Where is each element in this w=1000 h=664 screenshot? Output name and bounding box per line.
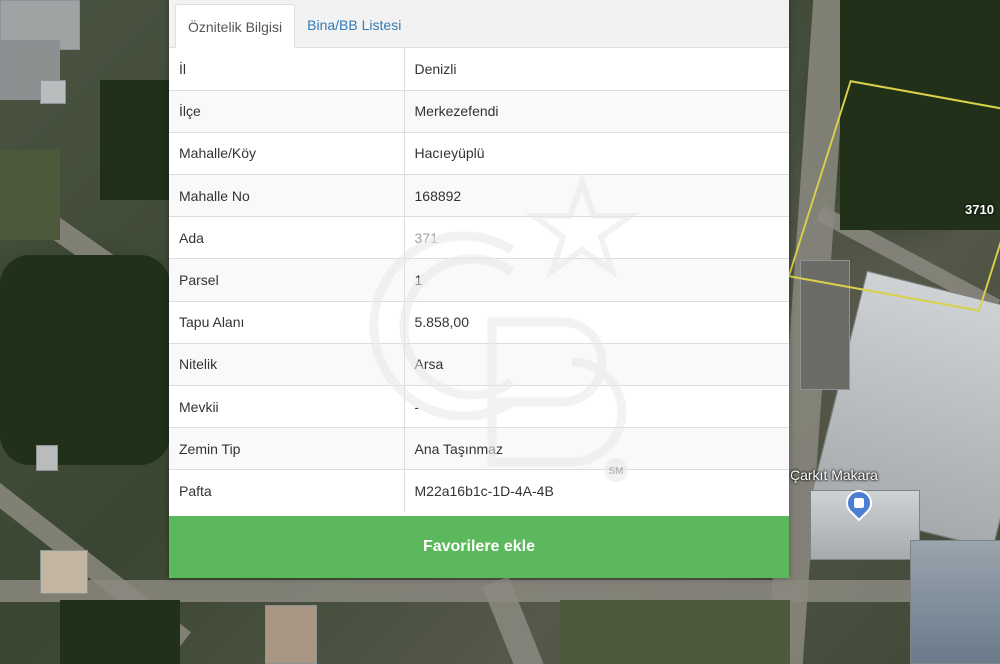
tab-oznitelik-bilgisi[interactable]: Öznitelik Bilgisi xyxy=(175,4,296,48)
tab-bina-bb-listesi[interactable]: Bina/BB Listesi xyxy=(295,3,413,47)
attr-value: Arsa xyxy=(404,342,789,386)
attr-value: Merkezefendi xyxy=(404,89,789,133)
map-building xyxy=(40,80,66,104)
parcel-number-label: 3710 xyxy=(965,202,994,217)
attr-value: 5.858,00 xyxy=(404,300,789,344)
map-field xyxy=(0,255,170,465)
attr-key: Ada xyxy=(169,216,405,259)
map-building xyxy=(36,445,58,471)
map-field xyxy=(0,150,60,240)
attr-value: - xyxy=(404,384,789,428)
attr-key: Mevkii xyxy=(169,384,405,428)
attr-value: Denizli xyxy=(414,60,457,77)
map-field xyxy=(100,80,170,200)
attr-key: Nitelik xyxy=(169,342,405,386)
map-building xyxy=(265,605,317,664)
map-building-roof xyxy=(910,540,1000,664)
map-field xyxy=(560,600,790,664)
table-row: İl Denizli xyxy=(169,48,789,91)
poi-label[interactable]: Çarkıt Makara xyxy=(790,467,878,483)
attr-value: 1 xyxy=(404,258,789,302)
table-row: Parsel 1 xyxy=(169,258,789,302)
attr-key: Tapu Alanı xyxy=(169,300,405,344)
add-to-favorites-button[interactable]: Favorilere ekle xyxy=(169,516,789,578)
attr-key: İlçe xyxy=(169,89,405,133)
table-row: Tapu Alanı 5.858,00 xyxy=(169,300,789,344)
attr-key: Mahalle/Köy xyxy=(169,131,405,175)
attr-value: 371 xyxy=(404,216,789,259)
table-row: Nitelik Arsa xyxy=(169,342,789,386)
attr-value: Hacıeyüplü xyxy=(404,131,789,175)
map-field xyxy=(60,600,180,664)
map-building xyxy=(40,550,88,594)
table-row: Mahalle No 168892 xyxy=(169,174,789,217)
attr-value: M22a16b1c-1D-4A-4B xyxy=(404,469,789,513)
table-row: Mahalle/Köy Hacıeyüplü xyxy=(169,131,789,175)
attr-key: Zemin Tip xyxy=(169,427,405,470)
attr-value: Ana Taşınmaz xyxy=(404,427,789,470)
attribute-table: İl Denizli İlçe Merkezefendi Mahalle/Köy Ha… xyxy=(169,48,789,513)
attr-key: Pafta xyxy=(169,469,405,513)
attr-key: Parsel xyxy=(169,258,405,302)
attr-key: İl xyxy=(169,48,405,91)
attr-value: 168892 xyxy=(404,174,789,217)
table-row: Pafta M22a16b1c-1D-4A-4B xyxy=(169,469,789,513)
tab-bar: Öznitelik Bilgisi Bina/BB Listesi xyxy=(169,0,789,48)
parcel-info-panel: Öznitelik Bilgisi Bina/BB Listesi İl Deni… xyxy=(169,0,789,578)
table-row: Mevkii - xyxy=(169,384,789,428)
table-row: Ada 371 xyxy=(169,216,789,259)
attr-key: Mahalle No xyxy=(169,174,405,217)
table-row: İlçe Merkezefendi xyxy=(169,89,789,133)
table-row: Zemin Tip Ana Taşınmaz xyxy=(169,427,789,470)
